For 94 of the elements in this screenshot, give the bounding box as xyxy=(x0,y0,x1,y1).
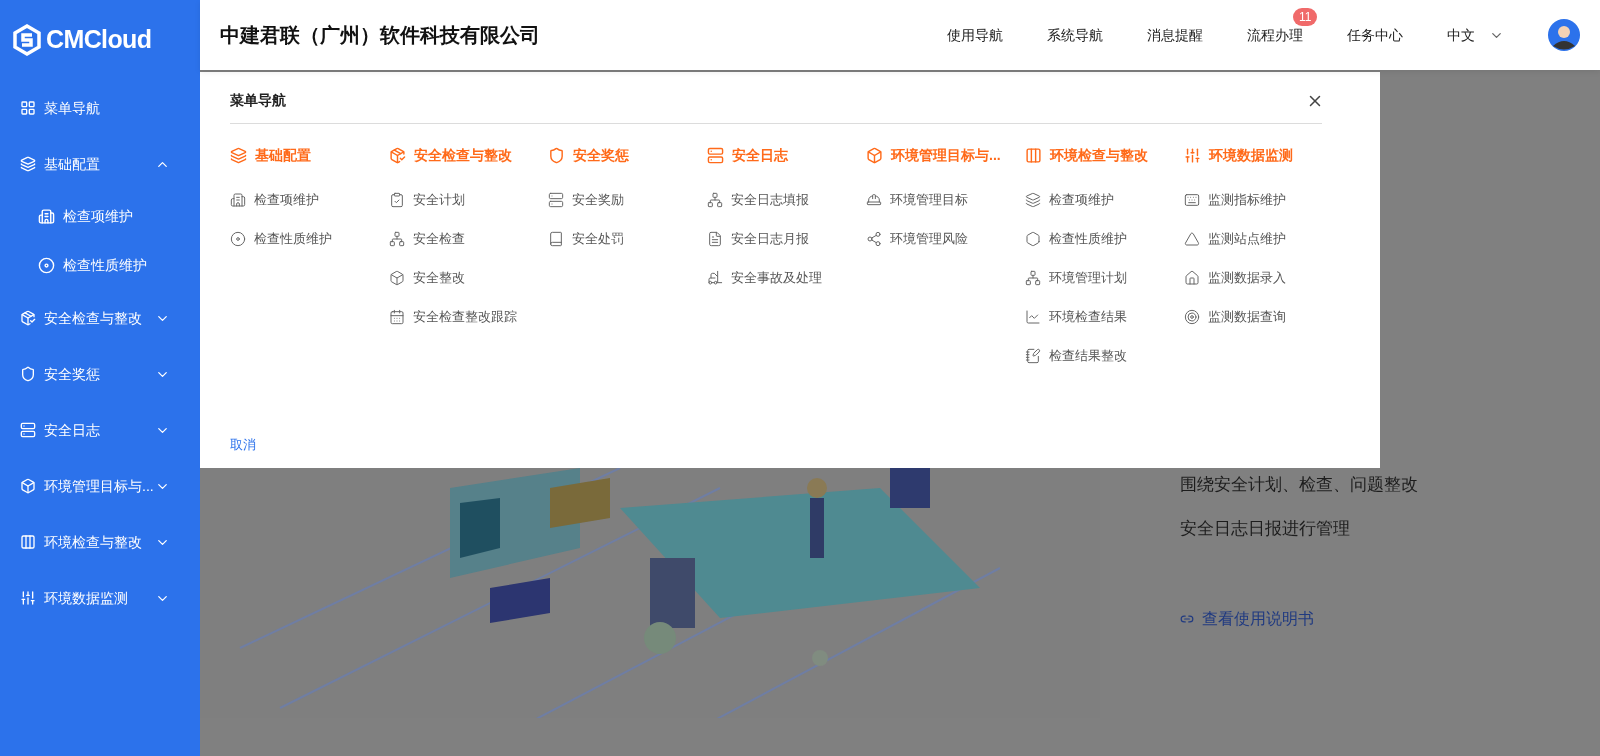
hierarchy-icon xyxy=(1025,269,1041,286)
sidebar-subitem[interactable]: 检查项维护 xyxy=(0,192,200,241)
calendar-icon xyxy=(389,308,405,325)
language-select[interactable]: 中文 xyxy=(1447,24,1504,46)
sidebar-item[interactable]: 环境数据监测 xyxy=(0,570,200,626)
menu-item[interactable]: 监测指标维护 xyxy=(1184,180,1343,219)
logo-icon xyxy=(12,24,42,56)
menu-heading: 基础配置 xyxy=(230,142,389,168)
nav-link[interactable]: 使用导航 xyxy=(947,26,1003,43)
sidebar-item[interactable]: 安全检查与整改 xyxy=(0,290,200,346)
hexagon-icon xyxy=(1025,230,1041,247)
menu-heading: 环境管理目标与... xyxy=(866,142,1025,168)
box-check-icon xyxy=(20,310,36,326)
cube-icon xyxy=(20,478,36,494)
disc-icon xyxy=(38,257,55,274)
notebook-icon xyxy=(1025,347,1041,364)
menu-item[interactable]: 安全整改 xyxy=(389,258,548,297)
nav-link[interactable]: 系统导航 xyxy=(1047,26,1103,43)
hierarchy-icon xyxy=(707,191,723,208)
helmet-icon xyxy=(866,191,882,208)
cube-icon xyxy=(389,269,405,286)
menu-item[interactable]: 安全检查 xyxy=(389,219,548,258)
menu-item[interactable]: 监测数据查询 xyxy=(1184,297,1343,336)
sidebar-item[interactable]: 环境检查与整改 xyxy=(0,514,200,570)
avatar[interactable] xyxy=(1548,19,1580,51)
clipboard-check-icon xyxy=(389,191,405,208)
menu-item[interactable]: 检查结果整改 xyxy=(1025,336,1184,375)
menu-item[interactable]: 安全奖励 xyxy=(548,180,707,219)
nav-link[interactable]: 任务中心 xyxy=(1347,26,1403,43)
layers-icon xyxy=(1025,191,1041,208)
layers-icon xyxy=(20,156,36,172)
sidebar-subitem[interactable]: 检查性质维护 xyxy=(0,241,200,290)
menu-item[interactable]: 安全事故及处理 xyxy=(707,258,866,297)
menu-item[interactable]: 检查项维护 xyxy=(1025,180,1184,219)
menu-heading: 环境数据监测 xyxy=(1184,142,1343,168)
menu-heading: 安全日志 xyxy=(707,142,866,168)
intro-text: 安全日志日报进行管理 xyxy=(1180,517,1351,540)
keyboard-icon xyxy=(1184,191,1200,208)
menu-item[interactable]: 安全检查整改跟踪 xyxy=(389,297,548,336)
server-icon xyxy=(20,422,36,438)
sliders-icon xyxy=(1184,146,1201,164)
triangle-icon xyxy=(1184,230,1200,247)
menu-item[interactable]: 环境管理风险 xyxy=(866,219,1025,258)
sidebar-item[interactable]: 环境管理目标与... xyxy=(0,458,200,514)
sliders-icon xyxy=(20,590,36,606)
cancel-link[interactable]: 取消 xyxy=(230,434,256,454)
building-icon xyxy=(38,208,55,225)
share-icon xyxy=(866,230,882,247)
layers-icon xyxy=(230,146,247,164)
columns-icon xyxy=(1025,146,1042,164)
book-icon xyxy=(548,230,564,247)
logo-text: CMCloud xyxy=(46,24,152,56)
menu-item[interactable]: 安全处罚 xyxy=(548,219,707,258)
grid-icon xyxy=(20,100,36,116)
menu-item[interactable]: 检查性质维护 xyxy=(1025,219,1184,258)
hierarchy-icon xyxy=(389,230,405,247)
menu-item[interactable]: 安全日志填报 xyxy=(707,180,866,219)
sidebar-item[interactable]: 菜单导航 xyxy=(0,80,200,136)
server-icon xyxy=(548,191,564,208)
sidebar-item[interactable]: 安全日志 xyxy=(0,402,200,458)
link-icon xyxy=(1180,612,1194,626)
menu-heading: 安全奖惩 xyxy=(548,142,707,168)
disc-icon xyxy=(230,230,246,247)
menu-item[interactable]: 环境管理目标 xyxy=(866,180,1025,219)
menu-heading: 安全检查与整改 xyxy=(389,142,548,168)
menu-heading: 环境检查与整改 xyxy=(1025,142,1184,168)
panel-title: 菜单导航 xyxy=(230,91,286,110)
shield-icon xyxy=(548,146,565,164)
menu-item[interactable]: 监测数据录入 xyxy=(1184,258,1343,297)
menu-item[interactable]: 安全日志月报 xyxy=(707,219,866,258)
company-title: 中建君联（广州）软件科技有限公司 xyxy=(220,23,541,48)
cube-icon xyxy=(866,146,883,164)
sidebar-item[interactable]: 基础配置 xyxy=(0,136,200,192)
target-icon xyxy=(1184,308,1200,325)
house-icon xyxy=(1184,269,1200,286)
menu-item[interactable]: 安全计划 xyxy=(389,180,548,219)
shield-icon xyxy=(20,366,36,382)
count-badge: 11 xyxy=(1293,7,1318,26)
nav-link[interactable]: 消息提醒 xyxy=(1147,26,1203,43)
menu-item[interactable]: 环境管理计划 xyxy=(1025,258,1184,297)
nav-link[interactable]: 流程办理 xyxy=(1247,26,1303,43)
menu-item[interactable]: 环境检查结果 xyxy=(1025,297,1184,336)
forklift-icon xyxy=(707,269,723,286)
menu-item[interactable]: 检查项维护 xyxy=(230,180,389,219)
document-icon xyxy=(707,230,723,247)
box-check-icon xyxy=(389,146,406,164)
columns-icon xyxy=(20,534,36,550)
building-icon xyxy=(230,191,246,208)
intro-text: 围绕安全计划、检查、问题整改 xyxy=(1180,474,1418,496)
menu-item[interactable]: 监测站点维护 xyxy=(1184,219,1343,258)
server-icon xyxy=(707,146,724,164)
line-chart-icon xyxy=(1025,308,1041,325)
menu-item[interactable]: 检查性质维护 xyxy=(230,219,389,258)
sidebar-item[interactable]: 安全奖惩 xyxy=(0,346,200,402)
